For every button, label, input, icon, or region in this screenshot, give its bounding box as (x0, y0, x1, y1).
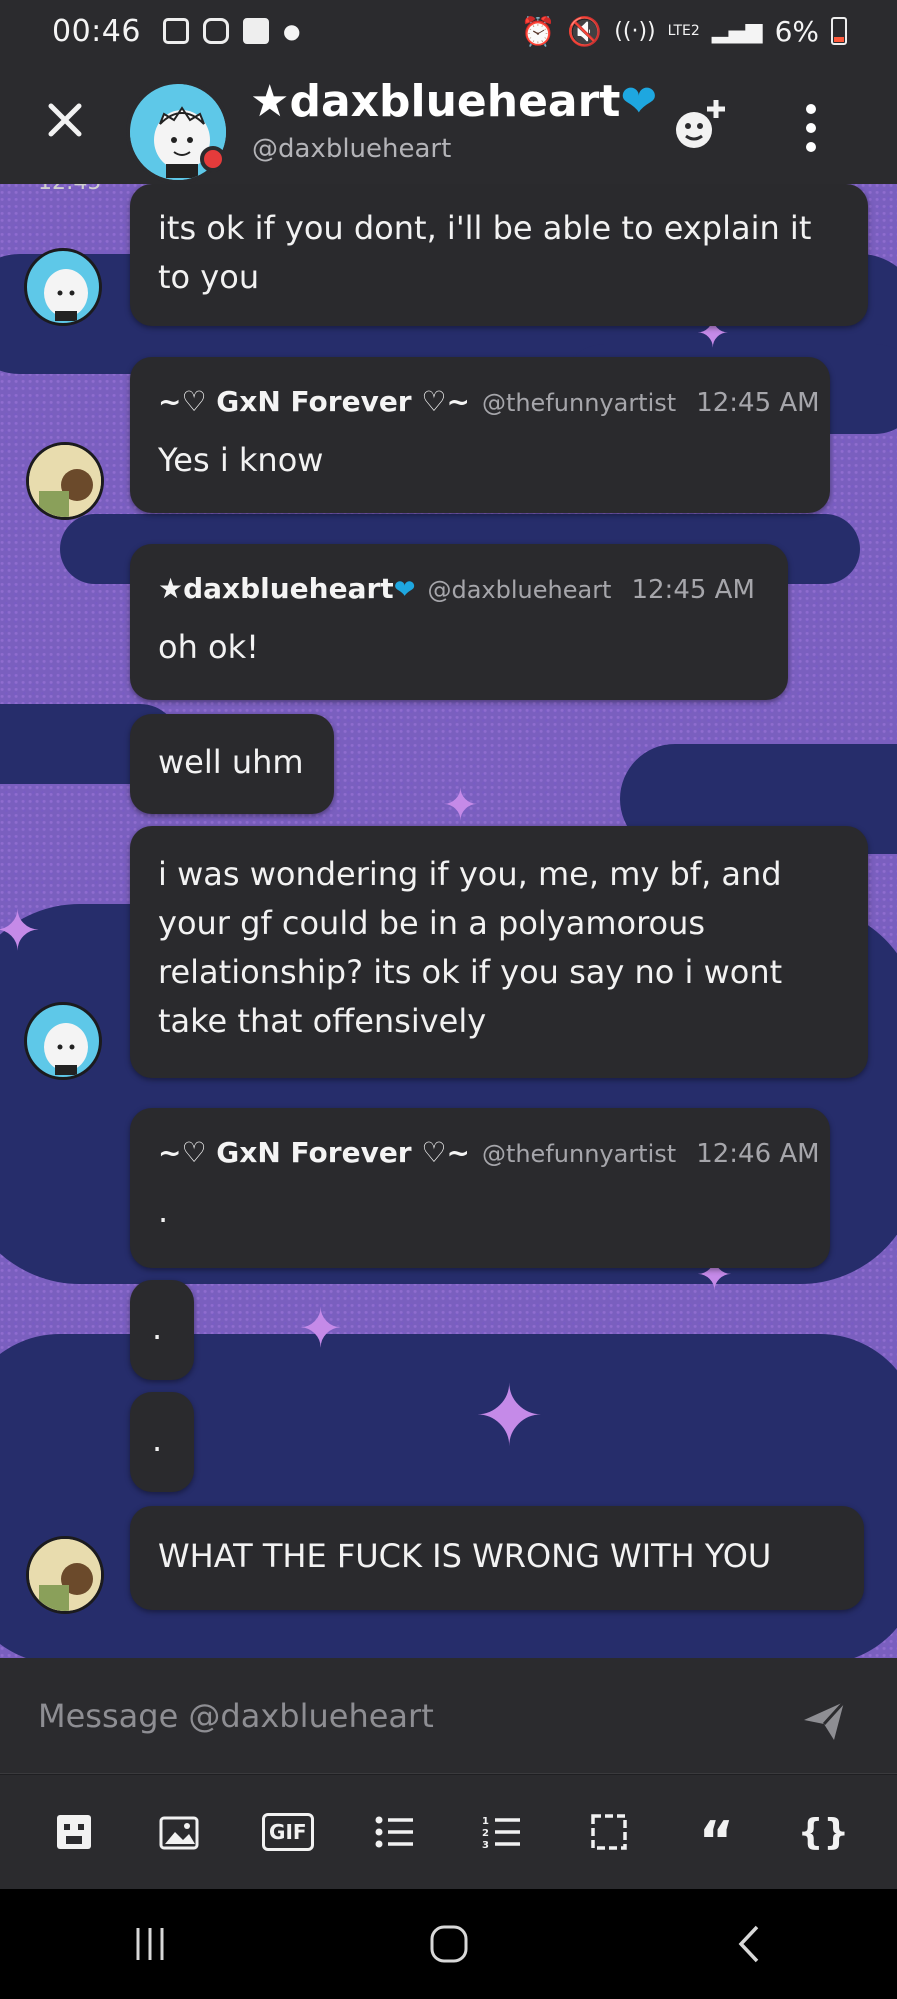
gif-icon: GIF (262, 1813, 314, 1851)
quote-icon: “ (698, 1810, 735, 1873)
battery-percent: 6% (774, 14, 819, 48)
sticker-icon (56, 1815, 91, 1849)
message-bubble[interactable]: i was wondering if you, me, my bf, and y… (130, 826, 868, 1078)
message-text: . (152, 1309, 163, 1347)
message-username: @daxblueheart (427, 576, 612, 604)
message-text: Yes i know (158, 441, 324, 479)
avatar[interactable] (24, 248, 102, 326)
avatar[interactable] (26, 1536, 104, 1614)
message-username: @thefunnyartist (481, 389, 677, 417)
add-friend-button[interactable] (668, 94, 732, 158)
header-handle: @daxblueheart (252, 134, 452, 164)
message-list[interactable]: ✦ ✦ ✦ ✦ ✦ ✦ 12:45 its ok if you dont, i'… (0, 184, 897, 1658)
code-block-button[interactable]: {} (795, 1804, 851, 1860)
more-options-button[interactable] (796, 98, 826, 158)
mute-icon: 🔇 (567, 14, 603, 48)
message-author[interactable]: ~♡ GxN Forever ♡~ (158, 1128, 470, 1177)
svg-text:1: 1 (482, 1816, 489, 1827)
gif-button[interactable]: GIF (260, 1804, 316, 1860)
formatting-toolbar: GIF 123 “ {} (0, 1775, 897, 1889)
message-text: its ok if you dont, i'll be able to expl… (158, 209, 812, 296)
gallery-notification-icon (162, 18, 189, 44)
bullet-list-icon (375, 1816, 413, 1848)
signal-icon: ▂▄▆ (711, 18, 763, 44)
bullet-list-button[interactable] (367, 1804, 423, 1860)
recent-apps-icon (136, 1928, 163, 1960)
spoiler-button[interactable] (581, 1804, 637, 1860)
message-bubble[interactable]: ~♡ GxN Forever ♡~ @thefunnyartist 12:46 … (130, 1108, 830, 1268)
message-bubble[interactable]: . (130, 1280, 194, 1380)
sparkle-icon: ✦ (442, 780, 479, 831)
system-nav-bar (0, 1889, 897, 1999)
blue-heart-icon: ❤ (620, 76, 658, 127)
blue-heart-icon: ❤ (393, 575, 416, 605)
message-text: well uhm (158, 743, 304, 781)
message-timestamp: 12:46 AM (696, 1139, 820, 1169)
chat-header: ★daxblueheart❤ @daxblueheart (0, 62, 897, 184)
message-text: . (158, 1192, 169, 1230)
wifi-icon: ((·)) (614, 18, 656, 44)
close-icon (48, 103, 82, 137)
sparkle-icon: ✦ (0, 899, 41, 964)
svg-text:3: 3 (482, 1840, 489, 1850)
sparkle-icon: ✦ (474, 1367, 545, 1465)
message-timestamp: 12:45 AM (631, 575, 755, 605)
avatar[interactable] (24, 1002, 102, 1080)
image-button[interactable] (153, 1804, 209, 1860)
message-username: @thefunnyartist (481, 1140, 677, 1168)
recent-apps-button[interactable] (110, 1914, 190, 1974)
home-button[interactable] (409, 1914, 489, 1974)
kebab-dot-icon (806, 104, 816, 114)
quote-button[interactable]: “ (688, 1804, 744, 1873)
alarm-icon: ⏰ (520, 14, 556, 48)
avatar[interactable] (26, 442, 104, 520)
battery-icon (831, 17, 847, 45)
send-button[interactable] (800, 1696, 848, 1744)
numbered-list-button[interactable]: 123 (474, 1804, 530, 1860)
sticker-button[interactable] (46, 1804, 102, 1860)
message-timestamp: 12:45 (38, 184, 101, 195)
message-bubble[interactable]: WHAT THE FUCK IS WRONG WITH YOU (130, 1506, 864, 1610)
instagram-notification-icon (202, 18, 229, 44)
header-display-name[interactable]: ★daxblueheart❤ (250, 76, 657, 127)
add-friend-icon (676, 100, 725, 148)
message-author[interactable]: ~♡ GxN Forever ♡~ (158, 377, 470, 426)
message-bubble[interactable]: ★daxblueheart ❤ @daxblueheart 12:45 AM oh… (130, 544, 788, 700)
spoiler-icon (591, 1814, 627, 1850)
message-input[interactable] (38, 1688, 778, 1744)
message-text: WHAT THE FUCK IS WRONG WITH YOU (158, 1537, 772, 1575)
code-block-icon: {} (797, 1811, 850, 1853)
message-text: . (152, 1421, 163, 1459)
message-composer (0, 1658, 897, 1774)
message-author[interactable]: ★daxblueheart (158, 564, 394, 613)
svg-text:2: 2 (482, 1828, 489, 1839)
message-bubble[interactable]: . (130, 1392, 194, 1492)
image-icon (159, 1816, 199, 1850)
more-notifications-icon: ● (282, 19, 301, 43)
sparkle-icon: ✦ (298, 1297, 344, 1360)
message-timestamp: 12:45 AM (696, 388, 820, 418)
alert-notification-icon (242, 18, 269, 44)
message-bubble[interactable]: its ok if you dont, i'll be able to expl… (130, 184, 868, 326)
back-button[interactable] (708, 1914, 788, 1974)
message-bubble[interactable]: ~♡ GxN Forever ♡~ @thefunnyartist 12:45 … (130, 357, 830, 513)
message-text: i was wondering if you, me, my bf, and y… (158, 855, 783, 1040)
send-icon (804, 1700, 846, 1740)
status-bar: 00:46 ● ⏰ 🔇 ((·)) LTE2 ▂▄▆ 6% (0, 0, 897, 62)
message-bubble[interactable]: well uhm (130, 714, 334, 814)
numbered-list-icon: 123 (482, 1816, 521, 1850)
back-icon (738, 1925, 758, 1963)
status-indicator (200, 146, 226, 172)
message-text: oh ok! (158, 628, 259, 666)
network-type: LTE2 (667, 23, 700, 39)
close-button[interactable] (40, 98, 90, 148)
clock: 00:46 (52, 13, 141, 49)
home-icon (430, 1925, 467, 1963)
